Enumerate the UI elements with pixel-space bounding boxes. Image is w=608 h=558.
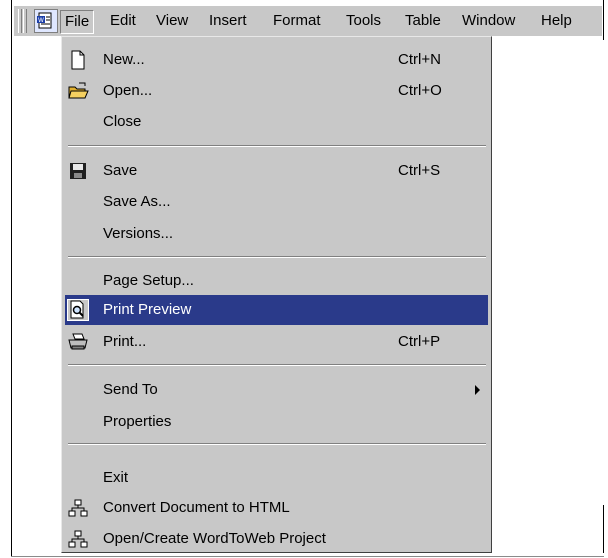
- menu-bar: W File Edit View Insert Format Tools Tab…: [14, 6, 602, 36]
- menu-item-save[interactable]: Save Ctrl+S: [65, 157, 488, 185]
- menu-item-exit[interactable]: Exit: [65, 464, 488, 492]
- print-preview-icon: [67, 299, 89, 321]
- menu-item-new[interactable]: New... Ctrl+N: [65, 46, 488, 74]
- network-icon: [67, 528, 89, 550]
- menu-separator: [68, 145, 486, 147]
- floppy-disk-icon: [67, 160, 89, 182]
- menu-separator: [68, 364, 486, 366]
- file-menu-dropdown: New... Ctrl+N Open... Ctrl+O Close Save …: [61, 36, 492, 553]
- menu-item-open[interactable]: Open... Ctrl+O: [65, 77, 488, 105]
- word-document-icon[interactable]: W: [34, 9, 58, 33]
- menu-item-wordtoweb[interactable]: Open/Create WordToWeb Project: [65, 525, 488, 553]
- new-document-icon: [67, 49, 89, 71]
- menu-view[interactable]: View: [156, 10, 188, 32]
- menu-item-send-to[interactable]: Send To: [65, 376, 488, 404]
- menu-insert[interactable]: Insert: [209, 10, 247, 32]
- frame-left-line: [11, 0, 12, 556]
- toolbar-gripper[interactable]: [18, 9, 22, 33]
- menu-edit[interactable]: Edit: [110, 10, 136, 32]
- menu-item-save-as[interactable]: Save As...: [65, 188, 488, 216]
- frame-bottom-line: [11, 556, 604, 557]
- submenu-arrow-icon: [475, 385, 480, 395]
- menu-item-print-preview[interactable]: Print Preview: [65, 295, 488, 325]
- menu-help[interactable]: Help: [541, 10, 572, 32]
- menu-separator: [68, 443, 486, 445]
- menu-window[interactable]: Window: [462, 10, 515, 32]
- menu-separator: [68, 256, 486, 258]
- menu-item-convert-html[interactable]: Convert Document to HTML: [65, 494, 488, 522]
- menu-table[interactable]: Table: [405, 10, 441, 32]
- frame-right-line: [603, 0, 604, 40]
- menu-item-print[interactable]: Print... Ctrl+P: [65, 328, 488, 356]
- printer-icon: [67, 331, 89, 353]
- menu-format[interactable]: Format: [273, 10, 321, 32]
- svg-text:W: W: [38, 17, 44, 24]
- network-icon: [67, 497, 89, 519]
- frame-right-line-lower: [603, 505, 604, 553]
- toolbar-gripper-2[interactable]: [23, 9, 27, 33]
- menu-item-properties[interactable]: Properties: [65, 408, 488, 436]
- menu-item-page-setup[interactable]: Page Setup...: [65, 267, 488, 295]
- open-folder-icon: [67, 80, 89, 102]
- menu-file[interactable]: File: [60, 10, 95, 34]
- menu-item-versions[interactable]: Versions...: [65, 220, 488, 248]
- menu-tools[interactable]: Tools: [346, 10, 381, 32]
- menu-item-close[interactable]: Close: [65, 108, 488, 136]
